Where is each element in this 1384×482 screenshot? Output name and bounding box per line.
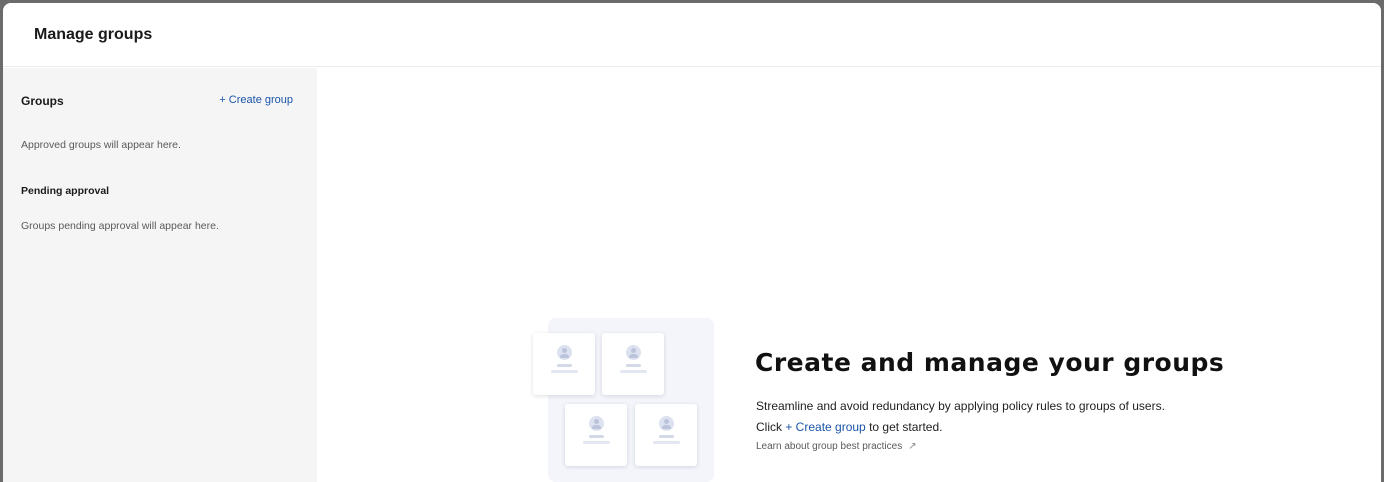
pending-groups-empty-text: Groups pending approval will appear here… — [21, 220, 219, 232]
create-group-link[interactable]: + Create group — [219, 94, 293, 106]
learn-link-label: Learn about group best practices — [756, 441, 903, 452]
groups-sidebar: Groups + Create group Approved groups wi… — [3, 68, 317, 482]
user-card-icon — [602, 333, 664, 395]
empty-state-description: Streamline and avoid redundancy by apply… — [756, 399, 1165, 413]
empty-state-title: Create and manage your groups — [755, 348, 1225, 377]
page-title: Manage groups — [34, 26, 153, 43]
groups-heading: Groups — [21, 94, 64, 108]
group-cards-illustration — [528, 318, 714, 482]
pending-approval-heading: Pending approval — [21, 185, 110, 197]
instruction-suffix: to get started. — [869, 420, 943, 434]
external-link-icon: ↗ — [908, 441, 917, 452]
manage-groups-window: Manage groups Groups + Create group Appr… — [3, 3, 1381, 482]
approved-groups-empty-text: Approved groups will appear here. — [21, 139, 181, 151]
learn-best-practices-link[interactable]: Learn about group best practices ↗ — [756, 441, 917, 452]
user-card-icon — [635, 404, 697, 466]
page-header: Manage groups — [3, 3, 1381, 67]
create-group-inline-link[interactable]: + Create group — [785, 420, 865, 434]
empty-state-instruction: Click + Create group to get started. — [756, 420, 942, 434]
user-card-icon — [533, 333, 595, 395]
user-card-icon — [565, 404, 627, 466]
instruction-prefix: Click — [756, 420, 782, 434]
